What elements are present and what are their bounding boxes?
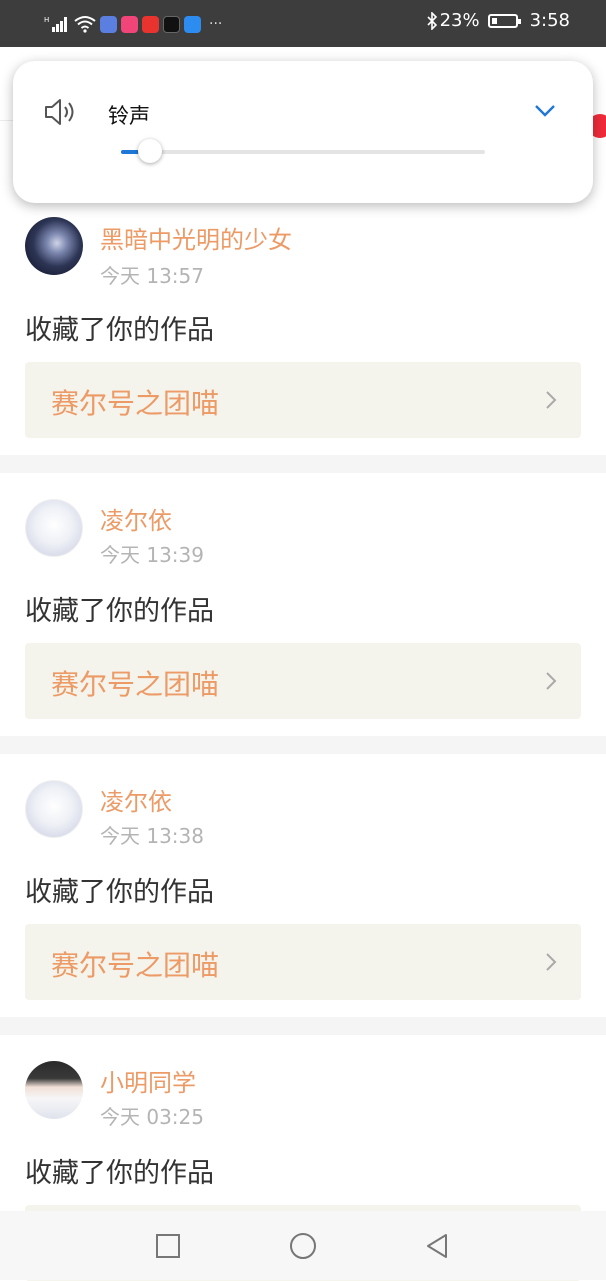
back-icon[interactable]	[422, 1231, 452, 1261]
notification-item: 凌尔依 今天 13:39 收藏了你的作品 赛尔号之团喵	[0, 473, 606, 736]
recents-icon[interactable]	[153, 1231, 183, 1261]
volume-slider[interactable]	[121, 139, 485, 163]
navigation-bar	[0, 1211, 606, 1280]
status-left-icons: H ···	[44, 12, 222, 36]
avatar[interactable]	[25, 499, 83, 557]
status-overflow: ···	[209, 16, 223, 32]
chevron-right-icon	[546, 953, 557, 971]
speaker-icon[interactable]	[43, 97, 79, 127]
avatar[interactable]	[25, 1061, 83, 1119]
action-text: 收藏了你的作品	[25, 315, 214, 346]
clock: 3:58	[529, 10, 570, 31]
app-icon-tiktok	[163, 15, 180, 33]
bluetooth-icon	[426, 11, 437, 30]
notification-item: 凌尔依 今天 13:38 收藏了你的作品 赛尔号之团喵	[0, 754, 606, 1017]
home-icon[interactable]	[288, 1231, 318, 1261]
notification-feed: 黑暗中光明的少女 今天 13:57 收藏了你的作品 赛尔号之团喵 凌尔依 今天 …	[0, 205, 606, 1281]
timestamp: 今天 03:25	[100, 1105, 204, 1129]
chevron-right-icon	[546, 391, 557, 409]
username[interactable]: 凌尔依	[100, 782, 172, 817]
work-title: 赛尔号之团喵	[51, 949, 220, 982]
avatar[interactable]	[25, 780, 83, 838]
app-icon-shop	[142, 15, 159, 33]
timestamp: 今天 13:57	[100, 264, 204, 288]
app-icon-video	[121, 15, 138, 33]
work-link[interactable]: 赛尔号之团喵	[25, 362, 581, 438]
chevron-down-icon[interactable]	[533, 101, 557, 119]
battery-percent: 23%	[439, 10, 480, 31]
timestamp: 今天 13:38	[100, 824, 204, 848]
app-icon-browser	[100, 15, 117, 33]
volume-popup: 铃声	[13, 61, 593, 203]
svg-text:H: H	[44, 16, 49, 24]
divider	[0, 1017, 606, 1035]
action-text: 收藏了你的作品	[25, 1158, 214, 1189]
notification-item: 黑暗中光明的少女 今天 13:57 收藏了你的作品 赛尔号之团喵	[0, 205, 606, 455]
work-link[interactable]: 赛尔号之团喵	[25, 643, 581, 719]
battery-icon	[487, 13, 521, 28]
divider	[0, 455, 606, 473]
timestamp: 今天 13:39	[100, 543, 204, 567]
avatar[interactable]	[25, 217, 83, 275]
status-bar: H ··· 23% 3:58	[0, 0, 606, 47]
divider	[0, 736, 606, 754]
volume-label: 铃声	[108, 104, 150, 128]
volume-slider-thumb[interactable]	[138, 139, 163, 163]
wifi-icon	[74, 16, 96, 33]
action-text: 收藏了你的作品	[25, 596, 214, 627]
work-title: 赛尔号之团喵	[51, 668, 220, 701]
status-right: 23% 3:58	[426, 10, 570, 31]
work-title: 赛尔号之团喵	[51, 387, 220, 420]
signal-icon: H	[44, 16, 67, 32]
username[interactable]: 黑暗中光明的少女	[100, 220, 292, 255]
username[interactable]: 凌尔依	[100, 501, 172, 536]
notification-item: 小明同学 今天 03:25 收藏了你的作品	[0, 1035, 606, 1281]
username[interactable]: 小明同学	[100, 1063, 196, 1098]
action-text: 收藏了你的作品	[25, 877, 214, 908]
chevron-right-icon	[546, 672, 557, 690]
work-link[interactable]: 赛尔号之团喵	[25, 924, 581, 1000]
app-icon-cloud	[184, 15, 201, 33]
